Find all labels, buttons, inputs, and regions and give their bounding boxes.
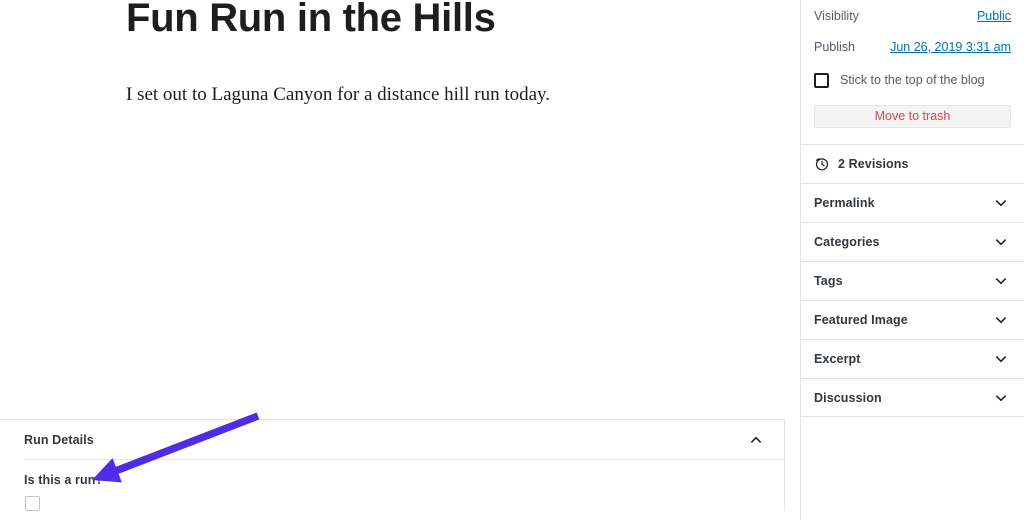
field-label-is-this-a-run: Is this a run? xyxy=(24,473,104,487)
metabox-run-details: Run Details Is this a run? xyxy=(0,419,785,511)
post-title[interactable]: Fun Run in the Hills xyxy=(126,0,726,42)
panel-label: Tags xyxy=(814,274,843,288)
sticky-post-row[interactable]: Stick to the top of the blog xyxy=(814,65,1011,95)
panel-label: Featured Image xyxy=(814,313,908,327)
visibility-value-link[interactable]: Public xyxy=(977,9,1011,23)
panel-label: Categories xyxy=(814,235,880,249)
chevron-down-icon[interactable] xyxy=(991,388,1011,408)
editor-screen: Fun Run in the Hills I set out to Laguna… xyxy=(0,0,1024,520)
chevron-down-icon[interactable] xyxy=(991,232,1011,252)
chevron-up-icon[interactable] xyxy=(746,430,766,450)
publish-date-link[interactable]: Jun 26, 2019 3:31 am xyxy=(890,40,1011,54)
sidebar-panel-categories[interactable]: Categories xyxy=(801,222,1024,261)
settings-sidebar: Visibility Public Publish Jun 26, 2019 3… xyxy=(800,0,1024,520)
sidebar-panel-discussion[interactable]: Discussion xyxy=(801,378,1024,417)
chevron-down-icon[interactable] xyxy=(991,349,1011,369)
chevron-down-icon[interactable] xyxy=(991,271,1011,291)
metabox-body: Is this a run? xyxy=(24,459,784,511)
revisions-label: 2 Revisions xyxy=(838,157,909,171)
panel-label: Discussion xyxy=(814,390,882,405)
sidebar-panel-permalink[interactable]: Permalink xyxy=(801,183,1024,222)
chevron-down-icon[interactable] xyxy=(991,193,1011,213)
sticky-post-checkbox[interactable] xyxy=(814,72,829,88)
sidebar-panel-featured-image[interactable]: Featured Image xyxy=(801,300,1024,339)
clock-icon xyxy=(814,156,830,172)
chevron-down-icon[interactable] xyxy=(991,310,1011,330)
publish-row: Publish Jun 26, 2019 3:31 am xyxy=(814,31,1011,62)
sidebar-panel-excerpt[interactable]: Excerpt xyxy=(801,339,1024,378)
metabox-title: Run Details xyxy=(24,432,94,447)
post-paragraph-block[interactable]: I set out to Laguna Canyon for a distanc… xyxy=(126,81,746,110)
panel-label: Excerpt xyxy=(814,352,861,366)
metabox-header[interactable]: Run Details xyxy=(0,420,784,459)
is-this-a-run-checkbox[interactable] xyxy=(25,496,40,511)
revisions-row[interactable]: 2 Revisions xyxy=(801,144,1024,183)
sidebar-panel-tags[interactable]: Tags xyxy=(801,261,1024,300)
publish-label: Publish xyxy=(814,39,855,54)
sticky-post-label: Stick to the top of the blog xyxy=(840,73,985,87)
editor-canvas: Fun Run in the Hills I set out to Laguna… xyxy=(0,0,800,520)
status-and-visibility-section: Visibility Public Publish Jun 26, 2019 3… xyxy=(801,0,1024,128)
visibility-label: Visibility xyxy=(814,8,859,23)
move-to-trash-button[interactable]: Move to trash xyxy=(814,105,1011,128)
panel-label: Permalink xyxy=(814,196,875,210)
visibility-row: Visibility Public xyxy=(814,0,1011,31)
